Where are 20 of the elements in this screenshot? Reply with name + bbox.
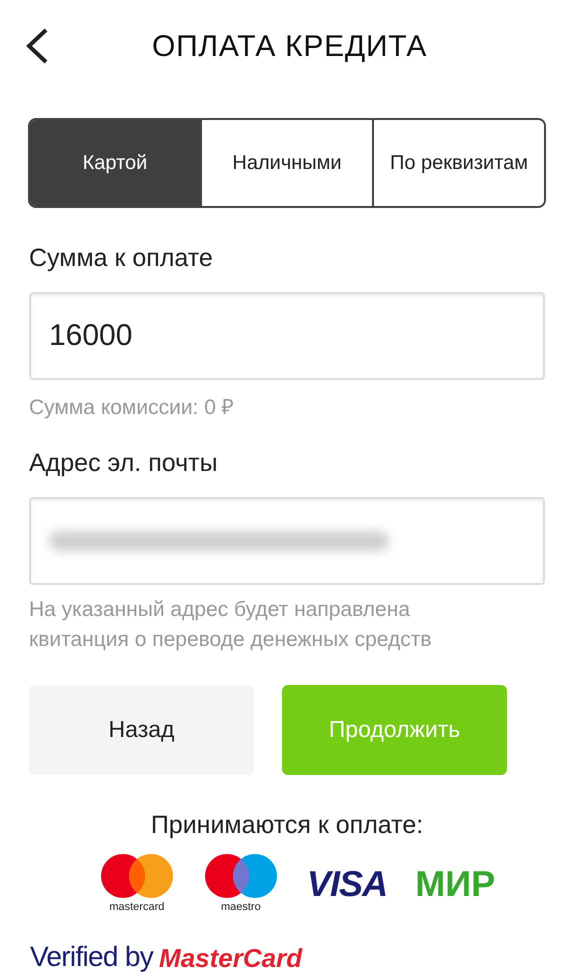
overlapping-circles-icon (100, 854, 173, 898)
payment-tab[interactable]: Картой (30, 120, 200, 206)
logo-wordmark: МИР (415, 866, 496, 902)
badge-text: Verified by (30, 943, 154, 971)
amount-field[interactable]: 16000 (29, 292, 545, 380)
payment-tab[interactable]: По реквизитам (372, 120, 544, 206)
field-label: Сумма к оплате (29, 243, 214, 274)
overlapping-circles-icon (204, 854, 277, 898)
accepted-title: Принимаются к оплате: (150, 810, 424, 840)
back-button[interactable]: Назад (29, 684, 254, 774)
commission-note: Сумма комиссии: 0 ₽ (29, 394, 235, 420)
email-field[interactable] (29, 496, 545, 584)
badge-text: MasterCard (159, 945, 302, 971)
logo-caption: maestro (220, 902, 261, 913)
logo-caption: mastercard (109, 902, 164, 913)
back-icon[interactable] (24, 27, 50, 65)
page-title: ОПЛАТА КРЕДИТА (152, 28, 428, 64)
field-label: Адрес эл. почты (29, 448, 219, 479)
logo-wordmark: VISA (306, 866, 388, 902)
email-hint: На указанный адрес будет направлена квитанция о переводе денежных средств (29, 596, 432, 652)
